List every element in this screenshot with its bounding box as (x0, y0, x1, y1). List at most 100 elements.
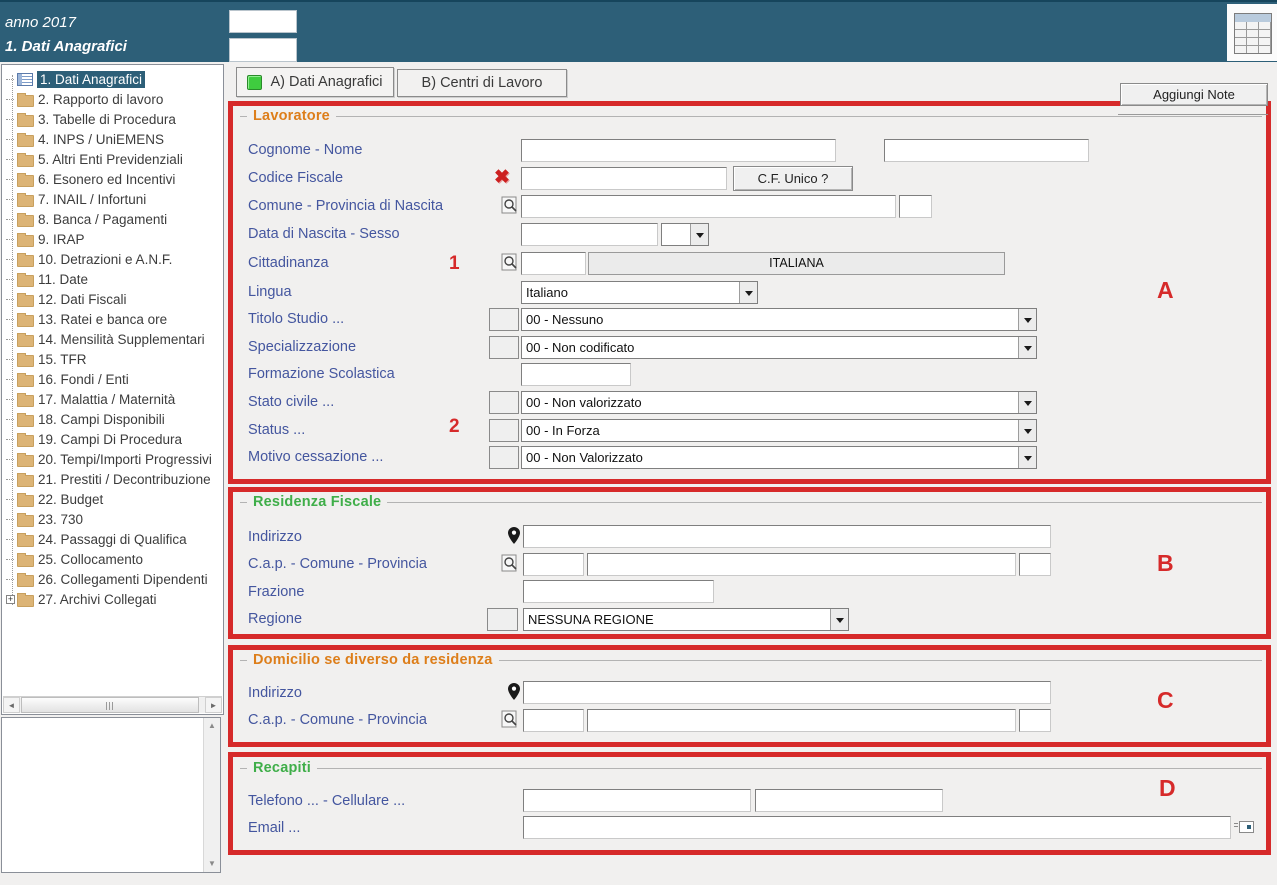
indirizzo-domicilio-field[interactable] (523, 681, 1051, 704)
tree-item[interactable]: 16. Fondi / Enti (4, 369, 222, 389)
tree-item[interactable]: 12. Dati Fiscali (4, 289, 222, 309)
cittadinanza-codice-field[interactable] (521, 252, 586, 275)
lookup-icon[interactable] (501, 196, 519, 214)
lookup-icon[interactable] (501, 253, 519, 271)
table-grid-icon[interactable] (1234, 13, 1272, 54)
tree-item[interactable]: 25. Collocamento (4, 549, 222, 569)
codice-fiscale-field[interactable] (521, 167, 727, 190)
tree-item[interactable]: 3. Tabelle di Procedura (4, 109, 222, 129)
comune-domicilio-field[interactable] (587, 709, 1016, 732)
chevron-down-icon[interactable] (1018, 337, 1036, 358)
tree-connector (6, 499, 14, 500)
tree-item[interactable]: 10. Detrazioni e A.N.F. (4, 249, 222, 269)
regione-code-field[interactable] (487, 608, 518, 631)
tab-label: A) Dati Anagrafici (270, 74, 382, 90)
tree-item-label: 23. 730 (38, 512, 83, 527)
indirizzo-residenza-field[interactable] (523, 525, 1051, 548)
specializzazione-code-field[interactable] (489, 336, 519, 359)
tree-item-label: 9. IRAP (38, 232, 85, 247)
label-cap-comune-provincia-domicilio: C.a.p. - Comune - Provincia (248, 709, 427, 732)
stato-civile-dropdown[interactable]: 00 - Non valorizzato (521, 391, 1037, 414)
specializzazione-dropdown[interactable]: 00 - Non codificato (521, 336, 1037, 359)
chevron-down-icon[interactable] (1018, 392, 1036, 413)
regione-dropdown[interactable]: NESSUNA REGIONE (523, 608, 849, 631)
chevron-down-icon[interactable] (1018, 447, 1036, 468)
tree-item[interactable]: 15. TFR (4, 349, 222, 369)
chevron-down-icon[interactable] (1018, 420, 1036, 441)
divider (1118, 114, 1268, 115)
status-code-field[interactable] (489, 419, 519, 442)
chevron-down-icon[interactable] (739, 282, 757, 303)
tree-item[interactable]: 4. INPS / UniEMENS (4, 129, 222, 149)
scroll-right-icon[interactable]: ► (205, 697, 222, 713)
cf-unico-button[interactable]: C.F. Unico ? (733, 166, 853, 191)
tree-item[interactable]: 20. Tempi/Importi Progressivi (4, 449, 222, 469)
vertical-scrollbar[interactable]: ▲ ▼ (203, 718, 220, 872)
titolo-studio-dropdown[interactable]: 00 - Nessuno (521, 308, 1037, 331)
tree-item[interactable]: 14. Mensilità Supplementari (4, 329, 222, 349)
provincia-residenza-field[interactable] (1019, 553, 1051, 576)
tree-item[interactable]: 19. Campi Di Procedura (4, 429, 222, 449)
folder-icon (17, 375, 34, 387)
tree-horizontal-scrollbar[interactable]: ◄ ► (3, 696, 222, 713)
motivo-cessazione-dropdown[interactable]: 00 - Non Valorizzato (521, 446, 1037, 469)
scroll-up-icon[interactable]: ▲ (204, 718, 220, 734)
header-field-bottom[interactable] (229, 38, 297, 62)
comune-residenza-field[interactable] (587, 553, 1016, 576)
sesso-dropdown[interactable] (661, 223, 709, 246)
expand-plus-icon[interactable]: + (6, 595, 15, 604)
lingua-dropdown[interactable]: Italiano (521, 281, 758, 304)
tree-item-label: 1. Dati Anagrafici (37, 71, 145, 88)
tree-item[interactable]: 23. 730 (4, 509, 222, 529)
tree-item[interactable]: 9. IRAP (4, 229, 222, 249)
motivo-cessazione-code-field[interactable] (489, 446, 519, 469)
header-field-top[interactable] (229, 10, 297, 33)
provincia-domicilio-field[interactable] (1019, 709, 1051, 732)
provincia-nascita-field[interactable] (899, 195, 932, 218)
cognome-field[interactable] (521, 139, 836, 162)
frazione-field[interactable] (523, 580, 714, 603)
status-dropdown[interactable]: 00 - In Forza (521, 419, 1037, 442)
tree-item[interactable]: 22. Budget (4, 489, 222, 509)
cellulare-field[interactable] (755, 789, 943, 812)
tree-item[interactable]: +27. Archivi Collegati (4, 589, 222, 609)
label-motivo-cessazione: Motivo cessazione ... (248, 446, 383, 469)
tree-item[interactable]: 7. INAIL / Infortuni (4, 189, 222, 209)
chevron-down-icon[interactable] (830, 609, 848, 630)
tab-dati-anagrafici[interactable]: A) Dati Anagrafici (236, 67, 394, 97)
email-send-icon[interactable] (1239, 821, 1254, 833)
data-nascita-field[interactable] (521, 223, 658, 246)
chevron-down-icon[interactable] (690, 224, 708, 245)
tree-item[interactable]: 18. Campi Disponibili (4, 409, 222, 429)
comune-nascita-field[interactable] (521, 195, 896, 218)
chevron-down-icon[interactable] (1018, 309, 1036, 330)
nome-field[interactable] (884, 139, 1089, 162)
stato-civile-code-field[interactable] (489, 391, 519, 414)
tree-item[interactable]: 24. Passaggi di Qualifica (4, 529, 222, 549)
telefono-field[interactable] (523, 789, 751, 812)
tree-item[interactable]: 1. Dati Anagrafici (4, 69, 222, 89)
tree-item[interactable]: 2. Rapporto di lavoro (4, 89, 222, 109)
scroll-left-icon[interactable]: ◄ (3, 697, 20, 713)
cap-domicilio-field[interactable] (523, 709, 584, 732)
tree-item[interactable]: 21. Prestiti / Decontribuzione (4, 469, 222, 489)
tree-item[interactable]: 17. Malattia / Maternità (4, 389, 222, 409)
tab-centri-di-lavoro[interactable]: B) Centri di Lavoro (397, 69, 567, 97)
folder-icon (17, 215, 34, 227)
scrollbar-thumb[interactable] (21, 697, 199, 713)
aggiungi-note-button[interactable]: Aggiungi Note (1120, 83, 1268, 106)
scroll-down-icon[interactable]: ▼ (204, 856, 220, 872)
tree-item[interactable]: 6. Esonero ed Incentivi (4, 169, 222, 189)
tree-item[interactable]: 5. Altri Enti Previdenziali (4, 149, 222, 169)
lookup-icon[interactable] (501, 554, 519, 572)
tree-connector (6, 479, 14, 480)
tree-item[interactable]: 8. Banca / Pagamenti (4, 209, 222, 229)
email-field[interactable] (523, 816, 1231, 839)
cap-residenza-field[interactable] (523, 553, 584, 576)
tree-item[interactable]: 26. Collegamenti Dipendenti (4, 569, 222, 589)
tree-item[interactable]: 11. Date (4, 269, 222, 289)
tree-item[interactable]: 13. Ratei e banca ore (4, 309, 222, 329)
titolo-studio-code-field[interactable] (489, 308, 519, 331)
formazione-scolastica-field[interactable] (521, 363, 631, 386)
lookup-icon[interactable] (501, 710, 519, 728)
